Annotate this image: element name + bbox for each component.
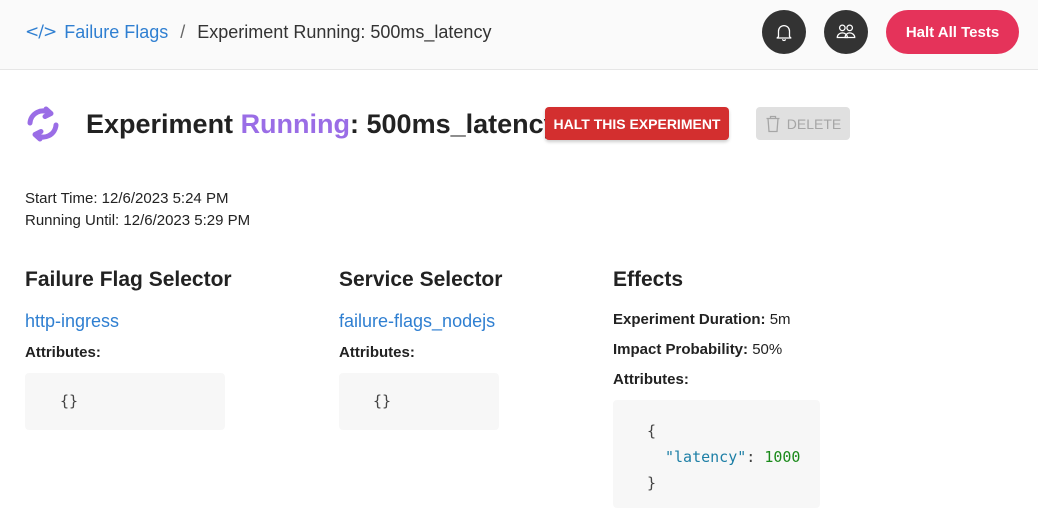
code-icon: </> <box>25 22 57 42</box>
impact-probability: Impact Probability: 50% <box>613 340 820 360</box>
sync-icon <box>27 106 59 142</box>
experiment-duration: Experiment Duration: 5m <box>613 310 820 330</box>
page-title: Experiment Running: 500ms_latency <box>86 109 559 140</box>
title-suffix: : 500ms_latency <box>350 108 559 139</box>
colon: : <box>746 448 765 466</box>
attributes-value: {} <box>60 392 79 410</box>
failure-flag-link[interactable]: http-ingress <box>25 311 232 332</box>
delete-button[interactable]: DELETE <box>756 107 850 140</box>
delete-label: DELETE <box>786 115 842 132</box>
users-button[interactable] <box>824 10 868 54</box>
effects-code-block: { "latency": 1000 } <box>613 400 820 508</box>
top-bar: </> Failure Flags / Experiment Running: … <box>0 0 1038 70</box>
breadcrumb: </> Failure Flags / Experiment Running: … <box>25 20 491 44</box>
attributes-value: {} <box>373 392 392 410</box>
latency-line: "latency": 1000 <box>647 444 820 470</box>
service-selector-heading: Service Selector <box>339 268 503 291</box>
probability-value: 50% <box>752 341 783 358</box>
failure-flag-selector-section: Failure Flag Selector http-ingress Attri… <box>25 268 232 430</box>
service-link[interactable]: failure-flags_nodejs <box>339 311 502 332</box>
service-selector-section: Service Selector failure-flags_nodejs At… <box>339 268 502 430</box>
start-time: Start Time: 12/6/2023 5:24 PM <box>25 190 229 207</box>
attributes-code-block: {} <box>25 373 225 430</box>
attributes-label: Attributes: <box>339 344 415 361</box>
title-prefix: Experiment <box>86 108 241 139</box>
effects-section: Effects Experiment Duration: 5m Impact P… <box>613 268 820 508</box>
duration-label: Experiment Duration: <box>613 311 766 328</box>
status-running: Running <box>240 108 351 139</box>
attributes-label: Attributes: <box>613 371 689 388</box>
trash-icon <box>766 115 780 132</box>
effects-heading: Effects <box>613 268 684 291</box>
attributes-label: Attributes: <box>25 344 101 361</box>
close-brace: } <box>647 474 657 492</box>
running-until: Running Until: 12/6/2023 5:29 PM <box>25 212 251 229</box>
latency-key: "latency" <box>665 448 747 466</box>
failure-flag-selector-heading: Failure Flag Selector <box>25 268 232 291</box>
notifications-button[interactable] <box>762 10 806 54</box>
breadcrumb-current: Experiment Running: 500ms_latency <box>197 21 492 42</box>
probability-label: Impact Probability: <box>613 341 749 358</box>
latency-value: 1000 <box>764 448 801 466</box>
attributes-code-block: {} <box>339 373 499 430</box>
breadcrumb-separator: / <box>180 21 186 42</box>
duration-value: 5m <box>769 311 791 328</box>
experiment-title-row: Experiment Running: 500ms_latency <box>22 104 559 144</box>
effects-attributes-label: Attributes: <box>613 370 820 390</box>
users-icon <box>836 24 856 39</box>
bell-icon <box>776 25 792 42</box>
open-brace: { <box>647 422 657 440</box>
halt-all-tests-button[interactable]: Halt All Tests <box>886 10 1019 54</box>
halt-experiment-button[interactable]: HALT THIS EXPERIMENT <box>545 107 729 140</box>
experiment-times: Start Time: 12/6/2023 5:24 PM Running Un… <box>25 188 250 232</box>
breadcrumb-failure-flags-link[interactable]: Failure Flags <box>64 22 168 43</box>
